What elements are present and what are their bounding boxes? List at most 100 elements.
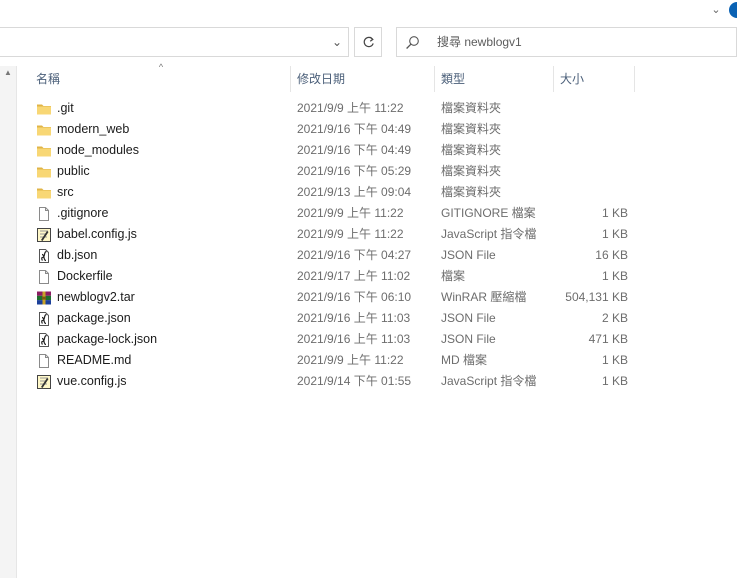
file-size: 1 KB: [601, 227, 628, 241]
file-row[interactable]: src 2021/9/13 上午 09:04 檔案資料夾: [32, 182, 636, 203]
file-type: MD 檔案: [441, 353, 487, 367]
ribbon-strip: [0, 0, 737, 22]
file-type: WinRAR 壓縮檔: [441, 290, 527, 304]
file-row[interactable]: README.md 2021/9/9 上午 11:22 MD 檔案 1 KB: [32, 350, 636, 371]
file-type: JavaScript 指令檔: [441, 374, 537, 388]
file-row[interactable]: babel.config.js 2021/9/9 上午 11:22 JavaScri…: [32, 224, 636, 245]
file-name: .git: [57, 101, 74, 115]
file-name: node_modules: [57, 143, 140, 157]
file-modified-date: 2021/9/16 下午 05:29: [297, 164, 412, 178]
search-input[interactable]: 搜尋 newblogv1: [437, 28, 522, 56]
expand-ribbon-chevron-icon[interactable]: ⌄: [708, 2, 724, 18]
column-header-name[interactable]: 名稱: [30, 66, 290, 92]
folder-icon: [36, 161, 54, 182]
file-size: 471 KB: [588, 332, 628, 346]
file-modified-date: 2021/9/16 下午 04:49: [297, 122, 412, 136]
file-modified-date: 2021/9/16 下午 04:49: [297, 143, 412, 157]
script-file-icon: [36, 224, 54, 245]
file-row[interactable]: public 2021/9/16 下午 05:29 檔案資料夾: [32, 161, 636, 182]
file-type: 檔案: [441, 269, 466, 283]
json-file-icon: [36, 245, 54, 266]
file-row[interactable]: node_modules 2021/9/16 下午 04:49 檔案資料夾: [32, 140, 636, 161]
file-name: README.md: [57, 353, 132, 367]
file-icon: [36, 266, 54, 287]
file-name: newblogv2.tar: [57, 290, 135, 304]
json-file-icon: [36, 329, 54, 350]
folder-icon: [36, 140, 54, 161]
file-size: 1 KB: [601, 269, 628, 283]
file-modified-date: 2021/9/14 下午 01:55: [297, 374, 412, 388]
file-modified-date: 2021/9/13 上午 09:04: [297, 185, 412, 199]
script-file-icon: [36, 371, 54, 392]
file-row[interactable]: vue.config.js 2021/9/14 下午 01:55 JavaScrip…: [32, 371, 636, 392]
file-size: 16 KB: [595, 248, 628, 262]
file-name: .gitignore: [57, 206, 109, 220]
file-icon: [36, 350, 54, 371]
file-name: package-lock.json: [57, 332, 158, 346]
file-icon: [36, 203, 54, 224]
file-modified-date: 2021/9/16 下午 06:10: [297, 290, 412, 304]
file-size: 1 KB: [601, 353, 628, 367]
file-row[interactable]: .gitignore 2021/9/9 上午 11:22 GITIGNORE 檔案 1…: [32, 203, 636, 224]
file-name: Dockerfile: [57, 269, 113, 283]
file-row[interactable]: modern_web 2021/9/16 下午 04:49 檔案資料夾: [32, 119, 636, 140]
file-size: 1 KB: [601, 374, 628, 388]
address-history-dropdown-icon[interactable]: ⌄: [326, 30, 348, 54]
column-header-type[interactable]: 類型: [435, 66, 553, 92]
folder-icon: [36, 119, 54, 140]
file-size: [555, 98, 628, 119]
address-bar[interactable]: [0, 27, 349, 57]
file-type: GITIGNORE 檔案: [441, 206, 536, 220]
file-modified-date: 2021/9/16 上午 11:03: [297, 311, 411, 325]
file-type: 檔案資料夾: [441, 185, 502, 199]
column-header-date[interactable]: 修改日期: [291, 66, 434, 92]
file-name: src: [57, 185, 74, 199]
file-modified-date: 2021/9/9 上午 11:22: [297, 206, 404, 220]
file-row[interactable]: newblogv2.tar 2021/9/16 下午 06:10 WinRAR 壓縮…: [32, 287, 636, 308]
file-row[interactable]: Dockerfile 2021/9/17 上午 11:02 檔案 1 KB: [32, 266, 636, 287]
file-modified-date: 2021/9/9 上午 11:22: [297, 353, 404, 367]
file-type: 檔案資料夾: [441, 143, 502, 157]
column-header-size[interactable]: 大小: [554, 66, 634, 92]
file-name: vue.config.js: [57, 374, 127, 388]
file-modified-date: 2021/9/9 上午 11:22: [297, 101, 404, 115]
file-name: babel.config.js: [57, 227, 137, 241]
file-type: JSON File: [441, 311, 496, 325]
file-type: 檔案資料夾: [441, 164, 502, 178]
file-name: public: [57, 164, 90, 178]
file-modified-date: 2021/9/16 上午 11:03: [297, 332, 411, 346]
winrar-archive-icon: [36, 287, 54, 308]
file-row[interactable]: package-lock.json 2021/9/16 上午 11:03 JSON …: [32, 329, 636, 350]
navigation-pane[interactable]: [0, 66, 17, 578]
folder-icon: [36, 182, 54, 203]
file-modified-date: 2021/9/16 下午 04:27: [297, 248, 412, 262]
file-modified-date: 2021/9/17 上午 11:02: [297, 269, 411, 283]
file-size: [555, 182, 628, 203]
refresh-icon: [363, 36, 374, 48]
file-size: 2 KB: [601, 311, 628, 325]
file-type: JavaScript 指令檔: [441, 227, 537, 241]
file-explorer-window: ⌄ ⌄ 搜尋 newblogv1 ▲ ^ 名稱 修改日期 類型 大小 .git 2…: [0, 0, 737, 578]
file-modified-date: 2021/9/9 上午 11:22: [297, 227, 404, 241]
file-size: 1 KB: [601, 206, 628, 220]
file-size: [555, 140, 628, 161]
refresh-button[interactable]: [354, 27, 382, 57]
file-name: package.json: [57, 311, 131, 325]
file-size: [555, 119, 628, 140]
search-icon: [406, 36, 419, 49]
file-type: JSON File: [441, 332, 496, 346]
file-row[interactable]: db.json 2021/9/16 下午 04:27 JSON File 16 KB: [32, 245, 636, 266]
column-divider[interactable]: [634, 66, 635, 92]
file-type: 檔案資料夾: [441, 122, 502, 136]
file-row[interactable]: .git 2021/9/9 上午 11:22 檔案資料夾: [32, 98, 636, 119]
file-size: 504,131 KB: [565, 290, 628, 304]
search-box[interactable]: 搜尋 newblogv1: [396, 27, 737, 57]
nav-scroll-up-arrow-icon[interactable]: ▲: [3, 68, 13, 78]
json-file-icon: [36, 308, 54, 329]
file-name: modern_web: [57, 122, 130, 136]
file-name: db.json: [57, 248, 98, 262]
file-type: JSON File: [441, 248, 496, 262]
file-row[interactable]: package.json 2021/9/16 上午 11:03 JSON File 2…: [32, 308, 636, 329]
file-size: [555, 161, 628, 182]
folder-icon: [36, 98, 54, 119]
